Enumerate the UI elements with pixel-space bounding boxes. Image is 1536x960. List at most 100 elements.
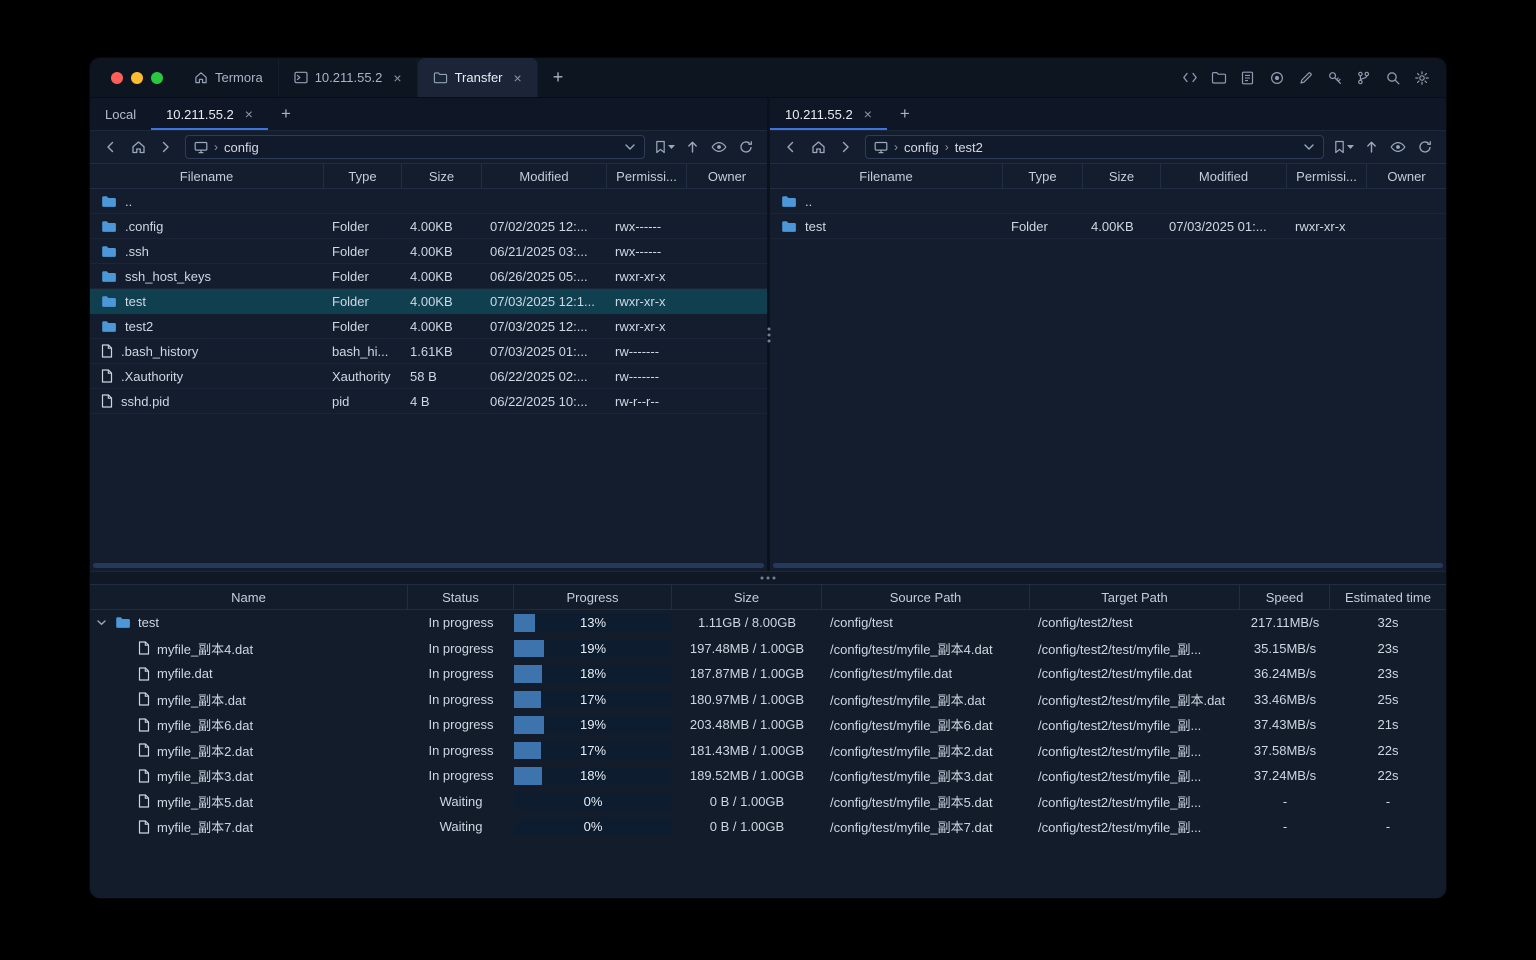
refresh-icon[interactable] xyxy=(1413,135,1437,159)
left-horizontal-scrollbar[interactable] xyxy=(90,561,767,571)
up-arrow-icon[interactable] xyxy=(680,135,704,159)
splitter-handle-icon[interactable] xyxy=(767,327,770,342)
column-header-target-path[interactable]: Target Path xyxy=(1030,585,1240,609)
pane-tab-10.211.55.2[interactable]: 10.211.55.2 × xyxy=(770,98,887,130)
transfer-item-name: myfile_副本.dat xyxy=(157,692,246,708)
column-header-source-path[interactable]: Source Path xyxy=(822,585,1030,609)
transfer-row-myfile-7.dat[interactable]: myfile_副本7.dat Waiting 0% 0 B / 1.00GB/conf… xyxy=(90,814,1446,840)
file-row-ssh-host-keys[interactable]: ssh_host_keys Folder 4.00KB 06/26/2025 05:.… xyxy=(90,264,767,289)
pane-tab-local[interactable]: Local xyxy=(90,98,151,130)
column-header-modified[interactable]: Modified xyxy=(482,164,607,188)
left-path-field[interactable]: › config xyxy=(185,135,645,159)
file-row-test2[interactable]: test2 Folder 4.00KB 07/03/2025 12:... rwxr-x… xyxy=(90,314,767,339)
breadcrumb-item-config[interactable]: config xyxy=(904,140,939,155)
column-header-permissi...[interactable]: Permissi... xyxy=(1287,164,1367,188)
column-header-progress[interactable]: Progress xyxy=(514,585,672,609)
eye-icon[interactable] xyxy=(707,135,731,159)
transfer-row-myfile-6.dat[interactable]: myfile_副本6.dat In progress 19% 203.48MB / 1… xyxy=(90,712,1446,738)
record-icon[interactable] xyxy=(1264,65,1289,90)
right-new-tab-button[interactable]: + xyxy=(887,98,923,130)
column-header-status[interactable]: Status xyxy=(408,585,514,609)
file-row-sshd.pid[interactable]: sshd.pid pid 4 B 06/22/2025 10:... rw-r--r-- xyxy=(90,389,767,414)
file-row-test[interactable]: test Folder 4.00KB 07/03/2025 01:... rwxr-xr… xyxy=(770,214,1446,239)
column-header-type[interactable]: Type xyxy=(324,164,402,188)
home-icon[interactable] xyxy=(806,135,830,159)
file-row-..[interactable]: .. xyxy=(90,189,767,214)
code-icon[interactable] xyxy=(1177,65,1202,90)
path-dropdown-icon[interactable] xyxy=(624,143,636,151)
up-arrow-icon[interactable] xyxy=(1359,135,1383,159)
column-header-estimated-time[interactable]: Estimated time xyxy=(1330,585,1446,609)
file-row-.bash-history[interactable]: .bash_history bash_hi... 1.61KB 07/03/2025 … xyxy=(90,339,767,364)
size-cell: 203.48MB / 1.00GB xyxy=(689,717,805,733)
transfer-row-myfile-4.dat[interactable]: myfile_副本4.dat In progress 19% 197.48MB / 1… xyxy=(90,636,1446,662)
column-header-filename[interactable]: Filename xyxy=(770,164,1003,188)
branch-icon[interactable] xyxy=(1351,65,1376,90)
file-row-.config[interactable]: .config Folder 4.00KB 07/02/2025 12:... rwx-… xyxy=(90,214,767,239)
file-row-test[interactable]: test Folder 4.00KB 07/03/2025 12:1... rwxr-x… xyxy=(90,289,767,314)
column-header-speed[interactable]: Speed xyxy=(1240,585,1330,609)
speed-cell: 35.15MB/s xyxy=(1253,640,1317,656)
close-window-button[interactable] xyxy=(111,71,123,84)
column-header-owner[interactable]: Owner xyxy=(687,164,767,188)
close-tab-icon[interactable]: × xyxy=(514,71,522,85)
column-header-owner[interactable]: Owner xyxy=(1367,164,1446,188)
horizontal-splitter[interactable] xyxy=(90,571,1446,585)
transfer-row-myfile-3.dat[interactable]: myfile_副本3.dat In progress 18% 189.52MB / 1… xyxy=(90,763,1446,789)
file-icon xyxy=(138,794,150,808)
back-icon[interactable] xyxy=(99,135,123,159)
refresh-icon[interactable] xyxy=(734,135,758,159)
column-header-name[interactable]: Name xyxy=(90,585,408,609)
column-header-size[interactable]: Size xyxy=(1083,164,1161,188)
edit-icon[interactable] xyxy=(1293,65,1318,90)
titlebar-tab-termora[interactable]: Termora xyxy=(179,58,279,97)
close-tab-icon[interactable]: × xyxy=(393,71,401,85)
breadcrumb-item-test2[interactable]: test2 xyxy=(955,140,983,155)
column-header-size[interactable]: Size xyxy=(402,164,482,188)
titlebar-tab-transfer[interactable]: Transfer × xyxy=(417,58,538,97)
close-tab-icon[interactable]: × xyxy=(864,107,872,121)
bookmark-icon[interactable] xyxy=(1332,135,1356,159)
left-new-tab-button[interactable]: + xyxy=(268,98,304,130)
log-icon[interactable] xyxy=(1235,65,1260,90)
type-cell: Folder xyxy=(332,218,369,234)
transfer-row-test[interactable]: test In progress 13% 1.11GB / 8.00GB/config… xyxy=(90,610,1446,636)
transfer-row-myfile.dat[interactable]: myfile.dat In progress 18% 187.87MB / 1.00G… xyxy=(90,661,1446,687)
settings-icon[interactable] xyxy=(1409,65,1434,90)
titlebar-tab-10.211.55.2[interactable]: 10.211.55.2 × xyxy=(279,58,418,97)
minimize-window-button[interactable] xyxy=(131,71,143,84)
column-header-modified[interactable]: Modified xyxy=(1161,164,1287,188)
vertical-splitter[interactable] xyxy=(767,98,770,571)
right-path-field[interactable]: › config › test2 xyxy=(865,135,1324,159)
transfer-row-myfile-.dat[interactable]: myfile_副本.dat In progress 17% 180.97MB / 1.… xyxy=(90,687,1446,713)
transfer-row-myfile-2.dat[interactable]: myfile_副本2.dat In progress 17% 181.43MB / 1… xyxy=(90,738,1446,764)
folder-icon[interactable] xyxy=(1206,65,1231,90)
column-header-permissi...[interactable]: Permissi... xyxy=(607,164,687,188)
zoom-window-button[interactable] xyxy=(151,71,163,84)
right-horizontal-scrollbar[interactable] xyxy=(770,561,1446,571)
forward-icon[interactable] xyxy=(833,135,857,159)
file-row-.xauthority[interactable]: .Xauthority Xauthority 58 B 06/22/2025 02:.… xyxy=(90,364,767,389)
column-header-size[interactable]: Size xyxy=(672,585,822,609)
home-icon[interactable] xyxy=(126,135,150,159)
key-icon[interactable] xyxy=(1322,65,1347,90)
search-icon[interactable] xyxy=(1380,65,1405,90)
titlebar-actions xyxy=(1177,58,1446,97)
close-tab-icon[interactable]: × xyxy=(245,107,253,121)
column-header-filename[interactable]: Filename xyxy=(90,164,324,188)
forward-icon[interactable] xyxy=(153,135,177,159)
new-tab-button[interactable]: + xyxy=(538,58,579,97)
breadcrumb-separator: › xyxy=(944,140,949,154)
file-row-..[interactable]: .. xyxy=(770,189,1446,214)
splitter-handle-icon[interactable] xyxy=(760,576,776,580)
pane-tab-10.211.55.2[interactable]: 10.211.55.2 × xyxy=(151,98,268,130)
expand-chevron-icon[interactable] xyxy=(97,620,106,626)
bookmark-icon[interactable] xyxy=(653,135,677,159)
path-dropdown-icon[interactable] xyxy=(1303,143,1315,151)
eye-icon[interactable] xyxy=(1386,135,1410,159)
transfer-row-myfile-5.dat[interactable]: myfile_副本5.dat Waiting 0% 0 B / 1.00GB/conf… xyxy=(90,789,1446,815)
column-header-type[interactable]: Type xyxy=(1003,164,1083,188)
file-row-.ssh[interactable]: .ssh Folder 4.00KB 06/21/2025 03:... rwx----… xyxy=(90,239,767,264)
breadcrumb-item-config[interactable]: config xyxy=(224,140,259,155)
back-icon[interactable] xyxy=(779,135,803,159)
